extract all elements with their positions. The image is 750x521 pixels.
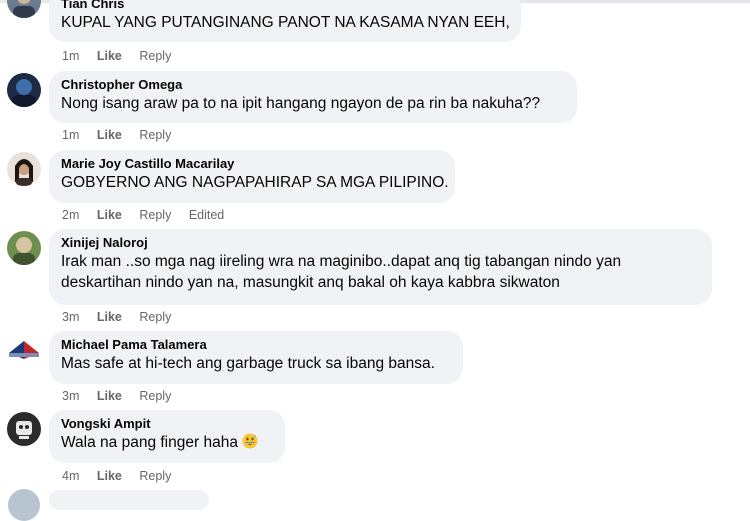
comment-actions: 1m Like Reply (62, 48, 185, 64)
comment-author[interactable]: Christopher Omega (61, 77, 565, 93)
reply-button[interactable]: Reply (139, 127, 171, 143)
comment-author[interactable]: Vongski Ampit (61, 416, 273, 432)
avatar[interactable] (7, 231, 41, 265)
comments-feed: Tian Chris KUPAL YANG PUTANGINANG PANOT … (0, 0, 750, 521)
comment-text: Wala na pang finger haha (61, 432, 273, 453)
profile-photo-icon (7, 333, 41, 367)
like-button[interactable]: Like (97, 468, 122, 484)
comment-actions: 3m Like Reply (62, 309, 185, 325)
comment-actions: 4m Like Reply (62, 468, 185, 484)
avatar[interactable] (7, 333, 41, 367)
grinning-sweat-emoji-icon (242, 433, 258, 449)
comment-text-line: Irak man ..so mga nag iireling wra na ma… (61, 253, 622, 270)
comment-actions: 3m Like Reply (62, 388, 185, 404)
comment-author[interactable]: Michael Pama Talamera (61, 337, 451, 353)
comment-time[interactable]: 4m (62, 468, 79, 484)
comment-time[interactable]: 3m (62, 309, 79, 325)
reply-button[interactable]: Reply (139, 388, 171, 404)
comment-text: GOBYERNO ANG NAGPAPAHIRAP SA MGA PILIPIN… (61, 174, 449, 191)
avatar[interactable] (7, 73, 41, 107)
comment-author[interactable]: Marie Joy Castillo Macarilay (61, 156, 443, 172)
comment-bubble: Marie Joy Castillo Macarilay GOBYERNO AN… (49, 150, 455, 203)
profile-photo-icon (7, 73, 41, 107)
like-button[interactable]: Like (97, 309, 122, 325)
profile-photo-icon (7, 412, 41, 446)
like-button[interactable]: Like (97, 127, 122, 143)
avatar[interactable] (8, 489, 40, 521)
edited-label[interactable]: Edited (189, 207, 224, 223)
like-button[interactable]: Like (97, 48, 122, 64)
profile-photo-icon (7, 152, 41, 186)
comment-time[interactable]: 1m (62, 48, 79, 64)
comment-bubble: Xinijej Naloroj Irak man ..so mga nag ii… (49, 229, 712, 305)
reply-button[interactable]: Reply (139, 468, 171, 484)
comment-time[interactable]: 1m (62, 127, 79, 143)
profile-photo-icon (7, 231, 41, 265)
comment-text: Nong isang araw pa to na ipit hangang ng… (61, 95, 541, 112)
like-button[interactable]: Like (97, 388, 122, 404)
like-button[interactable]: Like (97, 207, 122, 223)
comment-text-line: deskartihan nindo yan na, masungkit anq … (61, 274, 560, 291)
reply-button[interactable]: Reply (139, 309, 171, 325)
comment-bubble: Vongski Ampit Wala na pang finger haha (49, 410, 285, 463)
comment-text-content: Wala na pang finger haha (61, 434, 238, 451)
comment-bubble (49, 490, 209, 510)
comment-time[interactable]: 2m (62, 207, 79, 223)
comment-text: KUPAL YANG PUTANGINANG PANOT NA KASAMA N… (61, 14, 510, 31)
profile-photo-icon (7, 0, 41, 18)
comment-author[interactable]: Tian Chris (61, 0, 509, 12)
reply-button[interactable]: Reply (139, 48, 171, 64)
comment-actions: 2m Like Reply Edited (62, 207, 238, 223)
avatar[interactable] (7, 412, 41, 446)
comment-bubble: Michael Pama Talamera Mas safe at hi-tec… (49, 331, 463, 384)
comment-author[interactable]: Xinijej Naloroj (61, 235, 700, 251)
comment-time[interactable]: 3m (62, 388, 79, 404)
avatar[interactable] (7, 152, 41, 186)
avatar[interactable] (7, 0, 41, 18)
comment-bubble: Tian Chris KUPAL YANG PUTANGINANG PANOT … (49, 0, 521, 42)
comment-text: Mas safe at hi-tech ang garbage truck sa… (61, 355, 435, 372)
comment-bubble: Christopher Omega Nong isang araw pa to … (49, 71, 577, 123)
reply-button[interactable]: Reply (139, 207, 171, 223)
comment-actions: 1m Like Reply (62, 127, 185, 143)
